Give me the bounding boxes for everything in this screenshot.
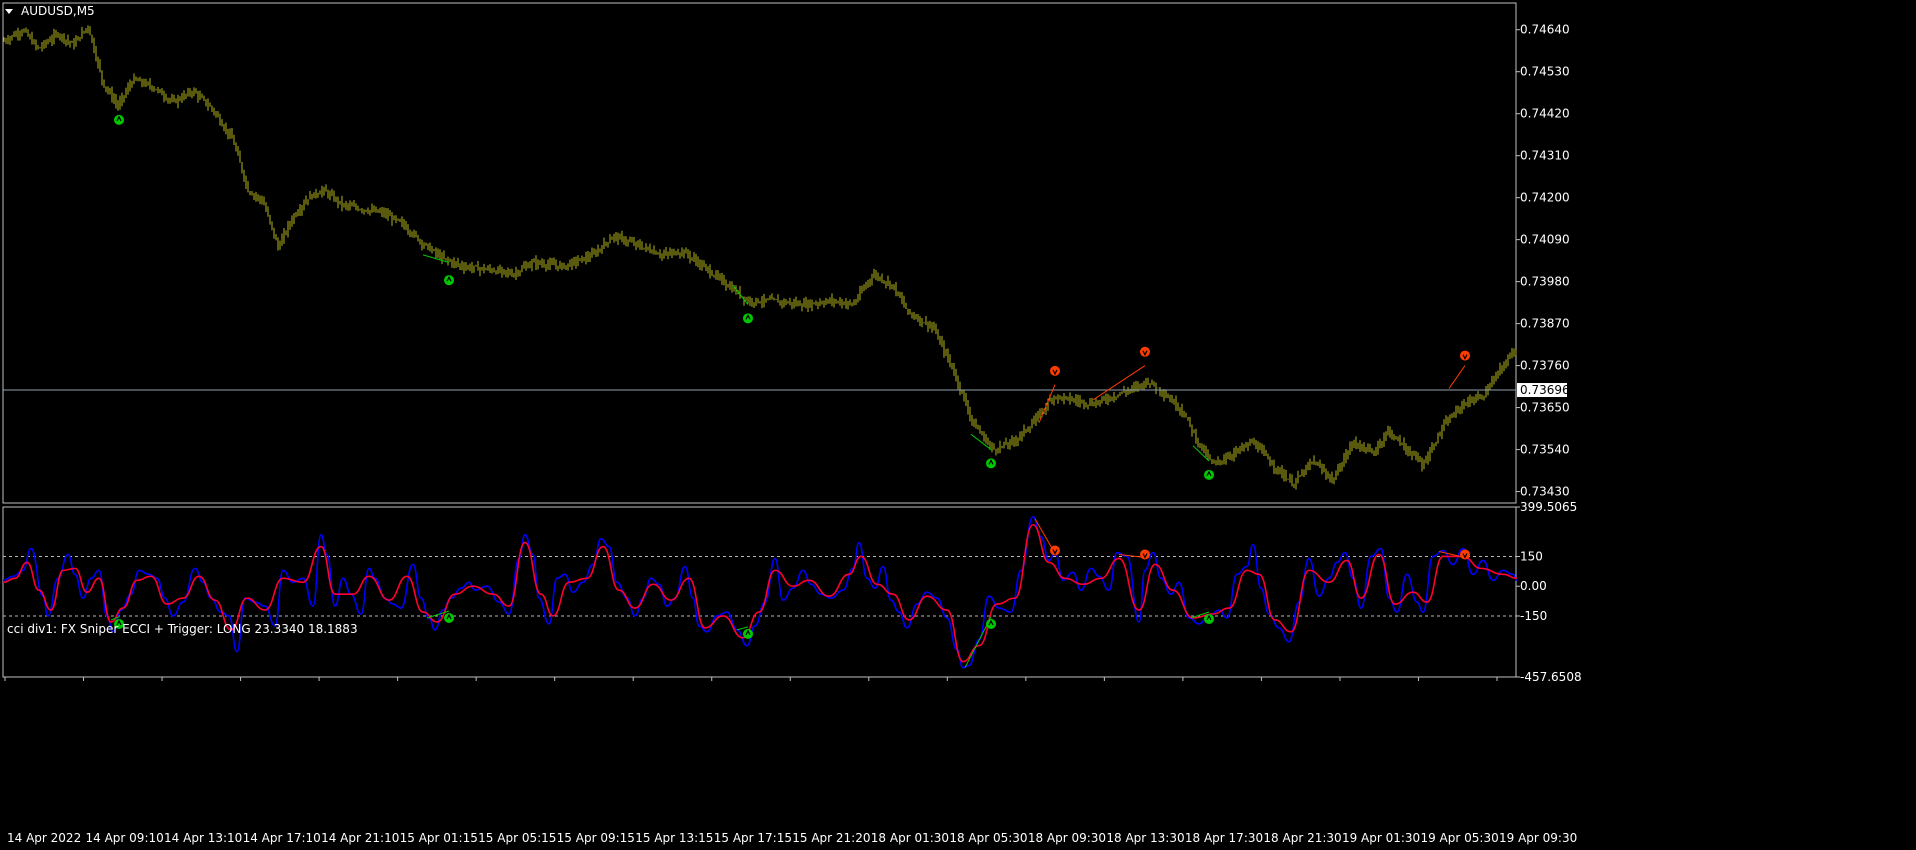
price-buy-arrow — [743, 313, 753, 324]
indicator-axis-label: 0.00 — [1520, 579, 1547, 593]
time-axis-label: 18 Apr 05:30 — [949, 831, 1027, 845]
price-sell-arrow — [1140, 346, 1150, 357]
cci-sell-arrow — [1140, 549, 1150, 560]
current-price-label: 0.73696 — [1520, 383, 1570, 397]
time-axis-label: 19 Apr 09:30 — [1499, 831, 1577, 845]
price-axis-label: 0.73760 — [1520, 359, 1570, 373]
price-axis-label: 0.74200 — [1520, 191, 1570, 205]
price-sell-arrow — [1050, 365, 1060, 376]
indicator-axis-label: 399.5065 — [1520, 500, 1577, 514]
price-axis-label: 0.73540 — [1520, 443, 1570, 457]
time-axis-label: 15 Apr 05:15 — [478, 831, 556, 845]
cci-buy-arrow — [444, 613, 454, 624]
price-axis-label: 0.74310 — [1520, 149, 1570, 163]
time-axis-label: 14 Apr 2022 — [7, 831, 81, 845]
indicator-title: cci div1: FX Sniper ECCI + Trigger: LONG… — [7, 622, 358, 636]
price-axis-label: 0.73430 — [1520, 485, 1570, 499]
price-sell-arrow — [1460, 350, 1470, 361]
time-axis-label: 19 Apr 01:30 — [1342, 831, 1420, 845]
cci-buy-arrow — [986, 618, 996, 629]
time-axis-label: 19 Apr 05:30 — [1420, 831, 1498, 845]
price-axis-label: 0.74530 — [1520, 65, 1570, 79]
symbol-menu-arrow-icon[interactable] — [5, 9, 13, 14]
indicator-axis-label: -150 — [1520, 609, 1547, 623]
cci-sell-arrow — [1460, 549, 1470, 560]
indicator-axis-label: -457.6508 — [1520, 670, 1582, 684]
time-axis-label: 18 Apr 13:30 — [1106, 831, 1184, 845]
price-buy-arrow — [114, 114, 124, 125]
indicator-axis-label: 150 — [1520, 549, 1543, 563]
time-axis-label: 18 Apr 17:30 — [1185, 831, 1263, 845]
price-axis-label: 0.74640 — [1520, 23, 1570, 37]
time-axis-label: 15 Apr 01:15 — [400, 831, 478, 845]
cci-buy-arrow — [1204, 614, 1214, 625]
price-axis-label: 0.73870 — [1520, 317, 1570, 331]
price-buy-arrow — [986, 458, 996, 469]
time-axis-label: 14 Apr 09:10 — [86, 831, 164, 845]
symbol-timeframe-label: AUDUSD,M5 — [21, 4, 95, 18]
time-axis-label: 15 Apr 13:15 — [635, 831, 713, 845]
time-axis-label: 15 Apr 09:15 — [557, 831, 635, 845]
price-axis-label: 0.74420 — [1520, 107, 1570, 121]
time-axis-label: 18 Apr 09:30 — [1028, 831, 1106, 845]
chart-canvas[interactable]: 0.74640 0.74530 0.74420 0.74310 0.74200 0.740… — [0, 0, 1916, 850]
time-axis-label: 14 Apr 13:10 — [164, 831, 242, 845]
price-axis-label: 0.73980 — [1520, 275, 1570, 289]
price-buy-arrow — [1204, 469, 1214, 480]
time-axis-label: 15 Apr 17:15 — [714, 831, 792, 845]
price-axis-label: 0.74090 — [1520, 233, 1570, 247]
chart-background — [0, 0, 1916, 850]
time-axis-label: 14 Apr 21:10 — [321, 831, 399, 845]
cci-buy-arrow — [743, 628, 753, 639]
time-axis-label: 14 Apr 17:10 — [243, 831, 321, 845]
time-axis-label: 15 Apr 21:20 — [792, 831, 870, 845]
price-axis-label: 0.73650 — [1520, 401, 1570, 415]
cci-sell-arrow — [1050, 545, 1060, 556]
time-axis-label: 18 Apr 21:30 — [1263, 831, 1341, 845]
price-buy-arrow — [444, 275, 454, 286]
time-axis-label: 18 Apr 01:30 — [871, 831, 949, 845]
chart-window[interactable]: 0.74640 0.74530 0.74420 0.74310 0.74200 0.740… — [0, 0, 1916, 850]
